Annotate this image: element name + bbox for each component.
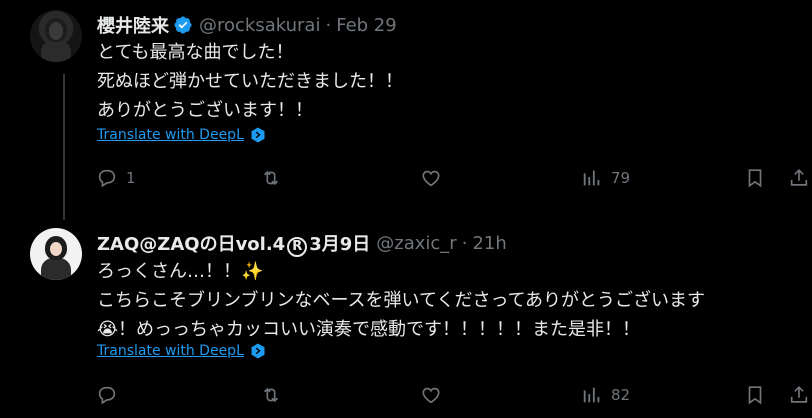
bookmark-icon [748, 386, 762, 405]
avatar-figure [41, 40, 71, 62]
display-name-prefix: ZAQ@ZAQの日vol.4 [97, 234, 286, 255]
avatar[interactable] [30, 10, 82, 62]
reply-button[interactable] [96, 384, 118, 406]
bookmark-icon [748, 169, 762, 188]
translate-label[interactable]: Translate with DeepL [97, 127, 244, 143]
verified-badge-icon[interactable] [173, 15, 193, 35]
views-button[interactable]: 82 [581, 384, 630, 406]
sparkles-emoji-icon: ✨ [241, 261, 264, 282]
share-button[interactable] [788, 384, 810, 406]
like-icon [422, 170, 440, 187]
user-handle[interactable]: @rocksakurai [199, 15, 320, 36]
translate-with-deepl-link[interactable]: Translate with DeepL [97, 127, 266, 143]
retweet-button[interactable] [260, 384, 282, 406]
bookmark-button[interactable] [744, 384, 766, 406]
tweet-line: ありがとうございます！！ [97, 100, 313, 121]
tweet-line-text: ろっくさん…！！ [97, 261, 241, 282]
tweet-line-text: ！めっっちゃカッコいい演奏で感動です！！！！！また是非！！ [118, 319, 641, 340]
avatar-face [50, 242, 62, 256]
reply-count: 1 [126, 169, 136, 187]
reply-button[interactable]: 1 [96, 167, 136, 189]
user-handle[interactable]: @zaxic_r [376, 233, 456, 254]
avatar[interactable] [30, 228, 82, 280]
views-count: 79 [611, 169, 631, 187]
retweet-icon [263, 170, 279, 186]
separator-dot: · [325, 14, 332, 36]
avatar-figure [41, 258, 71, 280]
timestamp[interactable]: Feb 29 [336, 15, 397, 36]
views-count: 82 [611, 386, 631, 404]
tweet-line: とても最高な曲でした！ [97, 42, 294, 63]
crying-face-emoji-icon: 😭 [97, 319, 119, 340]
tweet-text: とても最高な曲でした！ 死ぬほど弾かせていただきました！！ ありがとうございます… [97, 38, 403, 125]
like-button[interactable] [420, 167, 442, 189]
tweet-line: 死ぬほど弾かせていただきました！！ [97, 71, 403, 92]
bookmark-button[interactable] [744, 167, 766, 189]
avatar-face [49, 22, 63, 40]
thread-connector-line [63, 74, 65, 220]
tweet-line: ろっくさん…！！✨ [97, 257, 705, 286]
share-icon [790, 386, 808, 403]
deepl-icon [251, 127, 265, 143]
display-name-suffix: 3月9日 [309, 234, 371, 255]
share-button[interactable] [788, 167, 810, 189]
translate-with-deepl-link[interactable]: Translate with DeepL [97, 343, 266, 359]
tweet-line: こちらこそブリンブリンなベースを弾いてくださってありがとうございます [97, 290, 706, 311]
reply-icon [98, 169, 116, 188]
tweet-header: ZAQ@ZAQの日vol.4 R 3月9日 @zaxic_r · 21h [97, 230, 507, 257]
tweet-actions: 82 [0, 384, 812, 414]
like-button[interactable] [420, 384, 442, 406]
tweet[interactable]: 櫻井陸来 @rocksakurai · Feb 29 とても最高な曲でした！ 死… [0, 0, 812, 220]
timestamp[interactable]: 21h [472, 233, 506, 254]
tweet-header: 櫻井陸来 @rocksakurai · Feb 29 [97, 12, 397, 38]
retweet-button[interactable] [260, 167, 282, 189]
tweet[interactable]: ZAQ@ZAQの日vol.4 R 3月9日 @zaxic_r · 21h ろっくさん… [0, 212, 812, 418]
registered-mark: R [287, 237, 308, 257]
reply-icon [98, 386, 116, 405]
views-icon [583, 170, 600, 186]
display-name[interactable]: ZAQ@ZAQの日vol.4 R 3月9日 [97, 230, 370, 257]
tweet-text: ろっくさん…！！✨ こちらこそブリンブリンなベースを弾いてくださってありがとうご… [97, 257, 705, 344]
views-button[interactable]: 79 [581, 167, 630, 189]
retweet-icon [263, 387, 279, 403]
separator-dot: · [461, 233, 468, 254]
like-icon [422, 387, 440, 404]
display-name[interactable]: 櫻井陸来 [97, 12, 169, 38]
deepl-icon [251, 343, 265, 359]
tweet-line: 😭！めっっちゃカッコいい演奏で感動です！！！！！また是非！！ [97, 315, 705, 344]
tweet-actions: 1 79 [0, 167, 812, 197]
views-icon [583, 387, 600, 403]
share-icon [790, 169, 808, 186]
translate-label[interactable]: Translate with DeepL [97, 343, 244, 359]
